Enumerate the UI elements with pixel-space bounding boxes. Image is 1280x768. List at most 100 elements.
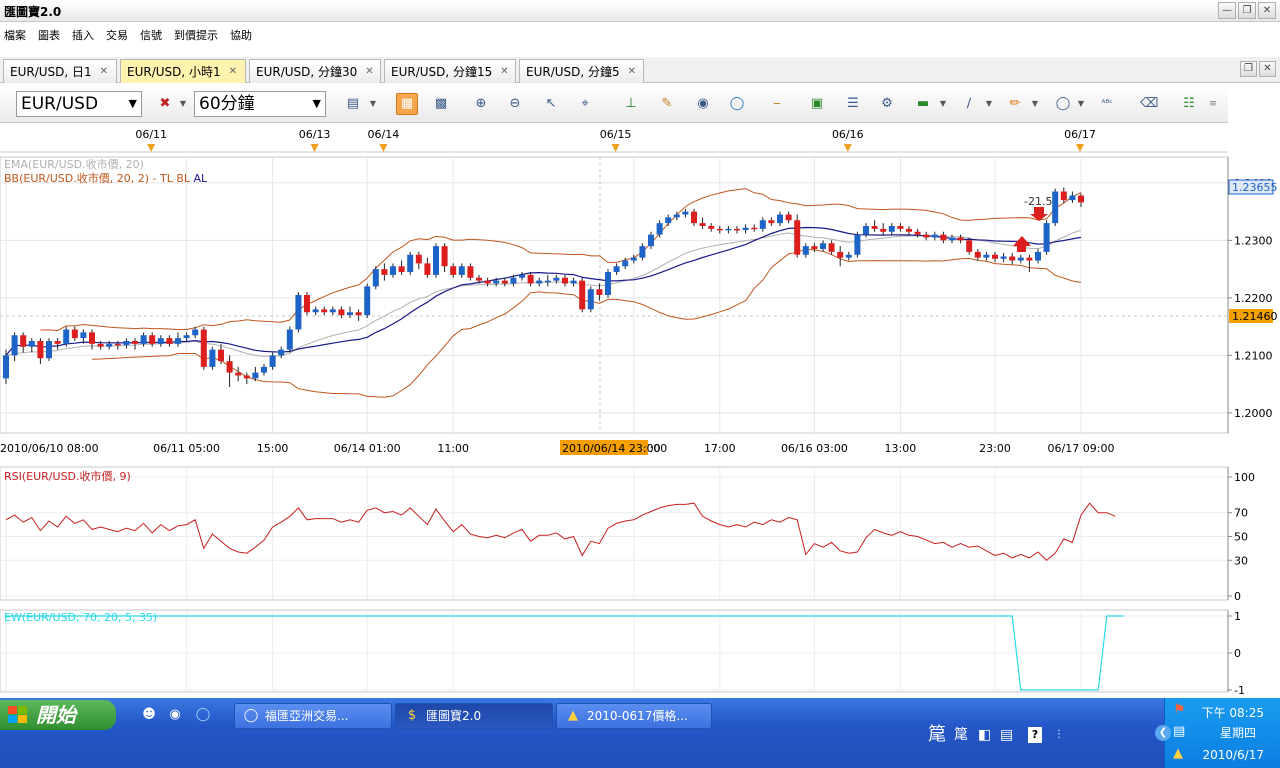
crosshair-icon[interactable]: ⌖ [576, 95, 594, 113]
eye-icon[interactable]: ◉ [694, 95, 712, 113]
menu-file[interactable]: 檔案 [4, 27, 26, 43]
symbol-select[interactable]: EUR/USD ▼ [16, 91, 142, 117]
candle-body [71, 329, 78, 339]
chart-area[interactable]: 06/11 06/13 06/14 06/15 06/16 06/17 EMA(EUR/U… [0, 124, 1280, 697]
taskbar-item-fxcm[interactable]: ◯ 福匯亞洲交易... [234, 703, 392, 729]
network-icon[interactable]: ▤ [1173, 724, 1185, 739]
candles-icon[interactable]: ▩ [432, 95, 450, 113]
menu-insert[interactable]: 插入 [72, 27, 94, 43]
ew-tick-label: -1 [1234, 684, 1245, 696]
period-select[interactable]: 60分鐘 ▼ [194, 91, 326, 117]
chart-canvas[interactable]: 06/11 06/13 06/14 06/15 06/16 06/17 EMA(EUR/U… [0, 124, 1280, 697]
chevron-down-icon[interactable]: ▼ [938, 95, 948, 113]
cursor-icon[interactable]: ↖ [542, 95, 560, 113]
candle-body [175, 338, 181, 344]
users-icon[interactable]: ☻ [140, 706, 158, 724]
globe-icon[interactable]: ◯ [728, 95, 746, 113]
restore-button[interactable]: ❐ [1238, 2, 1256, 19]
candle-body [1043, 223, 1050, 252]
symbol-tool-icon[interactable]: ✖ [156, 95, 174, 113]
candle-body [966, 240, 973, 252]
tab-close-icon[interactable]: ✕ [628, 66, 636, 77]
zoom-out-icon[interactable]: ⊖ [506, 95, 524, 113]
candle-body [89, 332, 95, 344]
tab-eurusd-m5[interactable]: EUR/USD, 分鐘5 ✕ [519, 59, 644, 83]
candle-body [355, 312, 362, 316]
half-width-icon[interactable]: ◧ [978, 724, 991, 746]
chevron-down-icon[interactable]: ▼ [1076, 95, 1086, 113]
menu-chart[interactable]: 圖表 [38, 27, 60, 43]
tab-close-icon[interactable]: ✕ [500, 66, 508, 77]
period-sep-icon[interactable]: ⊥ [622, 95, 640, 113]
candle-body [527, 274, 534, 284]
menu-price-alert[interactable]: 到價提示 [174, 27, 218, 43]
tab-close-icon[interactable]: ✕ [365, 66, 373, 77]
eraser-icon[interactable]: ⌫ [1140, 95, 1158, 113]
tab-label: EUR/USD, 分鐘30 [256, 65, 358, 79]
ime-mode-icon[interactable]: 䇻 [954, 724, 968, 746]
candle-body [888, 226, 895, 232]
clock-time: 下午 08:25 [1201, 706, 1264, 720]
menu-trade[interactable]: 交易 [106, 27, 128, 43]
tab-close-icon[interactable]: ✕ [229, 66, 237, 77]
system-tray: ⚑ ▤ ▲ ❮ 下午 08:25 星期四 2010/6/17 [1155, 698, 1280, 768]
chevron-left-icon[interactable]: ❮ [1155, 725, 1171, 741]
price-tick-label: 1.2000 [1234, 407, 1273, 420]
candle-body [777, 214, 783, 224]
ime-options-icon[interactable]: ⋮ [1054, 724, 1064, 746]
candle-body [656, 223, 663, 235]
ime-icon[interactable]: 䇻 [928, 724, 946, 746]
chart-type-icon[interactable]: ▤ [344, 95, 362, 113]
help-icon[interactable]: ? [1028, 727, 1042, 743]
candle-body [424, 263, 431, 275]
taskbar-item-chart-app[interactable]: $ 匯圖寶2.0 [395, 703, 553, 729]
candle-body [734, 228, 740, 231]
toolbar-more-icon[interactable]: ≡ [1208, 95, 1218, 113]
ie-icon[interactable]: ◯ [194, 706, 212, 724]
text-icon[interactable]: ᴬᴮᶜ [1098, 95, 1116, 113]
tab-eurusd-d1[interactable]: EUR/USD, 日1 ✕ [3, 59, 117, 83]
keyboard-icon[interactable]: ▤ [1000, 724, 1013, 746]
close-button[interactable]: ✕ [1258, 2, 1276, 19]
candle-body [209, 349, 216, 367]
chevron-down-icon[interactable]: ▼ [368, 95, 378, 113]
tab-eurusd-m15[interactable]: EUR/USD, 分鐘15 ✕ [384, 59, 516, 83]
chart-tab-bar: EUR/USD, 日1 ✕ EUR/USD, 小時1 ✕ EUR/USD, 分鐘… [0, 57, 1280, 83]
menu-help[interactable]: 協助 [230, 27, 252, 43]
pen-icon[interactable]: ✏ [1006, 95, 1024, 113]
ellipse-icon[interactable]: ◯ [1054, 95, 1072, 113]
start-button[interactable]: 開始 [0, 700, 116, 730]
minimize-button[interactable]: — [1218, 2, 1236, 19]
time-tick-label: 2010/06/10 08:00 [0, 442, 99, 455]
media-icon[interactable]: ◉ [166, 706, 184, 724]
candle-body [390, 266, 396, 275]
chart-close-button[interactable]: ✕ [1259, 61, 1276, 77]
image-icon[interactable]: ▣ [808, 95, 826, 113]
chevron-down-icon[interactable]: ▼ [178, 95, 188, 113]
objects-icon[interactable]: ☷ [1180, 95, 1198, 113]
chevron-down-icon[interactable]: ▼ [984, 95, 994, 113]
trendline-icon[interactable]: ∕ [960, 95, 978, 113]
chart-restore-button[interactable]: ❐ [1240, 61, 1257, 77]
candle-body [476, 277, 482, 281]
candle-body [931, 234, 938, 238]
candle-body [398, 266, 405, 272]
indicator-icon[interactable]: ☰ [844, 95, 862, 113]
chevron-down-icon[interactable]: ▼ [1030, 95, 1040, 113]
edit-icon[interactable]: ✎ [658, 95, 676, 113]
ruler-icon[interactable]: ⎯ [768, 95, 786, 113]
zoom-in-icon[interactable]: ⊕ [472, 95, 490, 113]
bars-icon[interactable]: ▦ [396, 93, 418, 115]
candle-body [940, 234, 947, 241]
warning-icon[interactable]: ▲ [1173, 746, 1183, 761]
tab-close-icon[interactable]: ✕ [100, 66, 108, 77]
tab-eurusd-m30[interactable]: EUR/USD, 分鐘30 ✕ [249, 59, 381, 83]
line-icon[interactable]: ▬ [914, 95, 932, 113]
candle-body [622, 260, 629, 267]
taskbar-item-price-doc[interactable]: ▲ 2010-0617價格... [556, 703, 712, 729]
candle-body [871, 226, 878, 229]
flag-icon[interactable]: ⚑ [1173, 702, 1186, 718]
menu-signal[interactable]: 信號 [140, 27, 162, 43]
tools-icon[interactable]: ⚙ [878, 95, 896, 113]
tab-eurusd-h1[interactable]: EUR/USD, 小時1 ✕ [120, 59, 246, 83]
